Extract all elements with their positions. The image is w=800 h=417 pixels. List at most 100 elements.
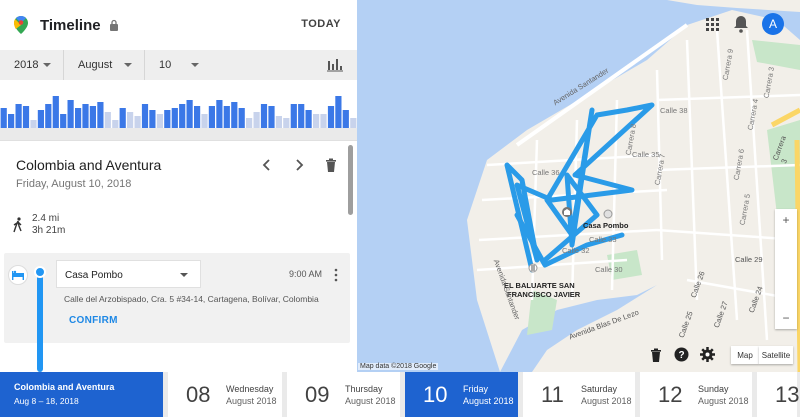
settings-gear-icon[interactable] <box>700 347 715 362</box>
year-select[interactable]: 2018 <box>0 50 64 80</box>
street-label-calle-38: Calle 38 <box>660 106 688 115</box>
histogram-bar[interactable] <box>127 112 134 128</box>
delete-icon[interactable] <box>323 157 339 173</box>
histogram-bar[interactable] <box>268 106 275 128</box>
street-label-calle-30: Calle 30 <box>595 265 623 274</box>
histogram-bar[interactable] <box>320 114 327 128</box>
more-vert-icon[interactable] <box>333 268 339 282</box>
histogram-bar[interactable] <box>208 106 215 128</box>
histogram-bar[interactable] <box>134 116 141 128</box>
histogram-bar[interactable] <box>260 104 268 128</box>
chevron-down-icon <box>43 63 51 67</box>
timeline-dot <box>34 266 46 278</box>
histogram-bar[interactable] <box>201 114 208 128</box>
day-chip-12[interactable]: 12 Sunday August 2018 <box>640 372 752 417</box>
trip-chip[interactable]: Colombia and Aventura Aug 8 – 18, 2018 <box>0 372 163 417</box>
bar-chart-icon[interactable] <box>327 58 343 72</box>
histogram-bar[interactable] <box>52 96 59 128</box>
lock-icon <box>109 19 118 31</box>
histogram-bar[interactable] <box>8 114 15 128</box>
chevron-down-icon <box>180 273 188 277</box>
histogram-bar[interactable] <box>194 106 201 128</box>
histogram-bar[interactable] <box>112 120 119 128</box>
confirm-button[interactable]: CONFIRM <box>69 315 118 326</box>
histogram-bar[interactable] <box>275 116 282 128</box>
histogram-bar[interactable] <box>283 118 290 128</box>
histogram-bar[interactable] <box>164 110 171 128</box>
chevron-right-icon[interactable] <box>291 157 307 173</box>
histogram-bar[interactable] <box>246 118 253 128</box>
histogram-bar[interactable] <box>97 102 104 128</box>
visit-address: Calle del Arzobispado, Cra. 5 #34-14, Ca… <box>64 294 319 304</box>
museum-marker-icon[interactable] <box>561 206 573 218</box>
histogram-bar[interactable] <box>0 108 7 128</box>
histogram-bar[interactable] <box>60 114 67 128</box>
histogram-bar[interactable] <box>119 108 126 128</box>
avatar[interactable]: A <box>762 13 784 35</box>
histogram-bar[interactable] <box>104 112 111 128</box>
histogram-bar[interactable] <box>253 112 260 128</box>
histogram-bar[interactable] <box>149 110 156 128</box>
histogram-bar[interactable] <box>223 106 230 128</box>
histogram-bar[interactable] <box>171 108 178 128</box>
histogram-bar[interactable] <box>37 110 44 128</box>
timeline-track <box>37 268 43 372</box>
histogram-bar[interactable] <box>67 100 74 128</box>
histogram-bar[interactable] <box>30 120 37 128</box>
map-type-button[interactable]: Map <box>731 346 759 364</box>
histogram-bar[interactable] <box>186 100 193 128</box>
month-select[interactable]: August <box>64 50 145 80</box>
day-select[interactable]: 10 <box>145 50 211 80</box>
histogram-bar[interactable] <box>75 108 82 128</box>
histogram-bar[interactable] <box>327 106 335 128</box>
day-month: August 2018 <box>698 395 749 406</box>
activity-histogram[interactable] <box>0 80 357 128</box>
day-chip-11[interactable]: 11 Saturday August 2018 <box>523 372 635 417</box>
restaurant-marker-icon[interactable] <box>528 263 538 273</box>
trip-distance: 2.4 mi <box>32 213 60 224</box>
histogram-bar[interactable] <box>231 102 238 128</box>
histogram-bar[interactable] <box>156 114 163 128</box>
day-chip-08[interactable]: 08 Wednesday August 2018 <box>168 372 282 417</box>
histogram-bar[interactable] <box>335 96 342 128</box>
street-label-calle-29: Calle 29 <box>735 255 763 264</box>
map-canvas[interactable]: Casa Pombo EL BALUARTE SAN FRANCISCO JAV… <box>357 0 800 372</box>
histogram-bar[interactable] <box>298 104 305 128</box>
day-chip-10[interactable]: 10 Friday August 2018 <box>405 372 518 417</box>
histogram-bar[interactable] <box>216 100 223 128</box>
histogram-bar[interactable] <box>238 108 245 128</box>
day-chip-09[interactable]: 09 Thursday August 2018 <box>287 372 400 417</box>
place-marker-icon[interactable] <box>603 209 613 219</box>
apps-grid-icon[interactable] <box>706 18 720 32</box>
zoom-out-button[interactable]: − <box>775 307 797 329</box>
histogram-bar[interactable] <box>290 104 297 128</box>
today-button[interactable]: TODAY <box>301 18 341 30</box>
histogram-bar[interactable] <box>89 106 96 128</box>
chevron-left-icon[interactable] <box>259 157 275 173</box>
histogram-bar[interactable] <box>22 106 30 128</box>
histogram-bar[interactable] <box>305 110 312 128</box>
histogram-bar[interactable] <box>15 104 22 128</box>
day-weekday: Wednesday <box>226 383 274 394</box>
day-month: August 2018 <box>226 395 277 406</box>
help-icon[interactable]: ? <box>674 347 689 362</box>
day-weekday: Friday <box>463 383 489 394</box>
satellite-type-button[interactable]: Satellite <box>759 346 793 364</box>
histogram-bar[interactable] <box>82 104 89 128</box>
walking-icon <box>13 217 22 233</box>
zoom-in-button[interactable]: + <box>775 209 797 231</box>
trip-stats: 2.4 mi 3h 21m <box>32 213 65 237</box>
histogram-bar[interactable] <box>141 104 149 128</box>
histogram-bar[interactable] <box>350 118 357 128</box>
scrollbar[interactable] <box>348 145 353 215</box>
histogram-bar[interactable] <box>313 114 320 128</box>
day-chip-13[interactable]: 13 <box>757 372 799 417</box>
place-select[interactable]: Casa Pombo <box>56 260 201 288</box>
notifications-icon[interactable] <box>733 15 749 33</box>
page-title: Timeline <box>40 16 101 34</box>
histogram-bar[interactable] <box>179 104 186 128</box>
delete-icon[interactable] <box>650 348 662 362</box>
histogram-bar[interactable] <box>45 104 52 128</box>
histogram-bar[interactable] <box>342 110 349 128</box>
timeline-header: Timeline TODAY <box>0 0 357 50</box>
